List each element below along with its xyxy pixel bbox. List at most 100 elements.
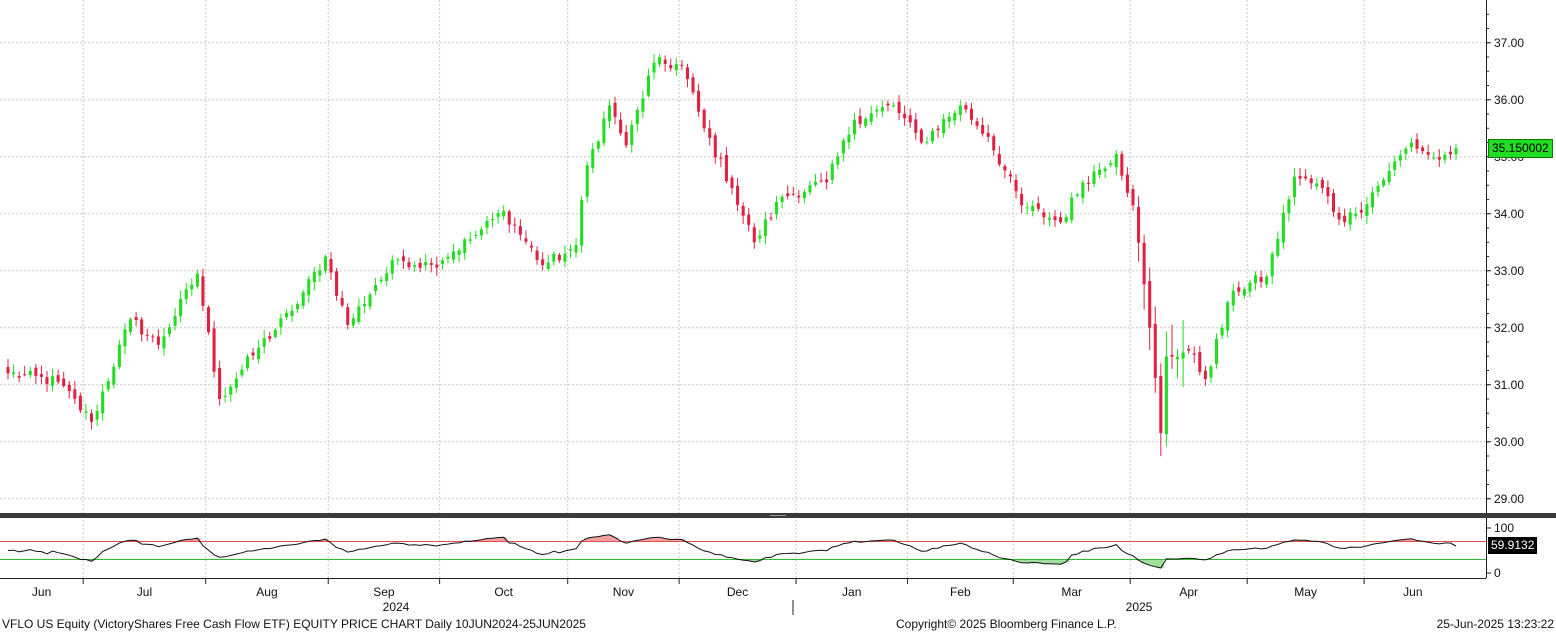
copyright: Copyright© 2025 Bloomberg Finance L.P. xyxy=(896,617,1117,631)
candle-body xyxy=(1187,348,1191,351)
candle-body xyxy=(1231,290,1235,306)
candle-body xyxy=(925,141,929,143)
candle-body xyxy=(1393,161,1397,170)
candle-body xyxy=(1331,193,1336,212)
candle-body xyxy=(23,374,27,376)
candle-body xyxy=(418,262,422,268)
candle-body xyxy=(78,395,82,411)
candle-body xyxy=(1426,152,1430,155)
candle-body xyxy=(736,185,740,205)
candle-body xyxy=(986,132,990,137)
candle-body xyxy=(1198,352,1202,372)
candle-body xyxy=(28,370,32,376)
candle-body xyxy=(463,239,467,253)
x-month-label: Feb xyxy=(950,585,971,599)
candle-body xyxy=(307,279,311,296)
candle-body xyxy=(145,334,149,336)
candle-body xyxy=(1053,216,1057,221)
candle-body xyxy=(290,310,294,317)
candle-body xyxy=(580,200,584,246)
candle-body xyxy=(814,181,818,185)
candle-body xyxy=(981,125,985,134)
candle-body xyxy=(1209,366,1213,378)
candle-body xyxy=(424,262,428,266)
candle-body xyxy=(1092,171,1096,184)
candle-body xyxy=(819,180,823,182)
x-month-label: Dec xyxy=(727,585,748,599)
candle-body xyxy=(351,318,355,326)
candle-body xyxy=(223,395,227,397)
candle-body xyxy=(485,220,489,228)
candle-body xyxy=(1315,183,1319,187)
candle-body xyxy=(585,165,589,197)
candle-body xyxy=(758,235,762,239)
candle-body xyxy=(663,59,667,64)
candle-body xyxy=(780,196,784,202)
candle-body xyxy=(84,411,88,413)
x-year-label: 2024 xyxy=(383,600,410,614)
candle-body xyxy=(841,140,845,154)
candle-body xyxy=(674,64,678,71)
candle-body xyxy=(195,273,199,287)
candle-body xyxy=(34,367,38,376)
y-tick-label: 30.00 xyxy=(1494,435,1524,449)
candle-body xyxy=(1142,242,1146,285)
candle-body xyxy=(1176,356,1180,360)
candle-body xyxy=(301,292,305,306)
x-month-label: May xyxy=(1294,585,1317,599)
candle-body xyxy=(468,239,472,241)
panel-divider-axis xyxy=(1486,513,1556,518)
rsi-y-tick-label: 100 xyxy=(1494,521,1514,535)
candle-body xyxy=(541,259,545,266)
candle-body xyxy=(763,219,767,237)
candle-body xyxy=(524,238,528,242)
candle-body xyxy=(969,108,974,120)
candle-body xyxy=(385,273,389,281)
candle-body xyxy=(56,375,60,382)
y-tick-label: 32.00 xyxy=(1494,321,1524,335)
last-price-tag: 35.150002 xyxy=(1488,139,1553,159)
candle-body xyxy=(240,369,244,376)
candle-body xyxy=(808,185,812,193)
candle-body xyxy=(1398,155,1402,161)
candle-body xyxy=(1276,238,1280,256)
candle-body xyxy=(786,193,790,197)
candle-body xyxy=(557,254,561,261)
candle-body xyxy=(1159,375,1163,434)
candle-body xyxy=(535,250,539,260)
candle-body xyxy=(1287,199,1291,214)
candle-body xyxy=(997,154,1001,165)
candle-body xyxy=(262,338,266,347)
candle-body xyxy=(1270,253,1274,277)
candle-body xyxy=(45,377,49,385)
candle-body xyxy=(897,101,901,114)
candle-body xyxy=(1086,182,1090,184)
candle-body xyxy=(1354,213,1358,216)
candle-body xyxy=(245,356,250,369)
candle-body xyxy=(101,391,105,414)
candle-body xyxy=(1137,206,1141,243)
candle-body xyxy=(117,344,121,367)
x-month-label: Nov xyxy=(613,585,634,599)
candle-body xyxy=(563,253,567,262)
candle-body xyxy=(140,319,144,335)
candle-body xyxy=(128,319,133,332)
chart-description: VFLO US Equity (VictoryShares Free Cash … xyxy=(2,617,586,631)
candle-body xyxy=(919,129,923,143)
candle-body xyxy=(51,376,55,386)
candle-body xyxy=(457,250,461,255)
panel-divider xyxy=(0,513,1486,518)
candle-body xyxy=(1348,212,1352,225)
candle-body xyxy=(507,211,511,225)
candle-body xyxy=(1432,157,1436,159)
candle-body xyxy=(591,148,595,168)
candle-body xyxy=(630,124,634,145)
candle-body xyxy=(62,378,66,386)
candle-body xyxy=(1409,142,1413,148)
candle-body xyxy=(179,298,183,317)
candle-body xyxy=(574,245,578,253)
candle-body xyxy=(719,157,723,159)
candle-body xyxy=(1404,148,1408,154)
timestamp: 25-Jun-2025 13:23:22 xyxy=(1436,617,1554,631)
candle-body xyxy=(218,367,222,399)
